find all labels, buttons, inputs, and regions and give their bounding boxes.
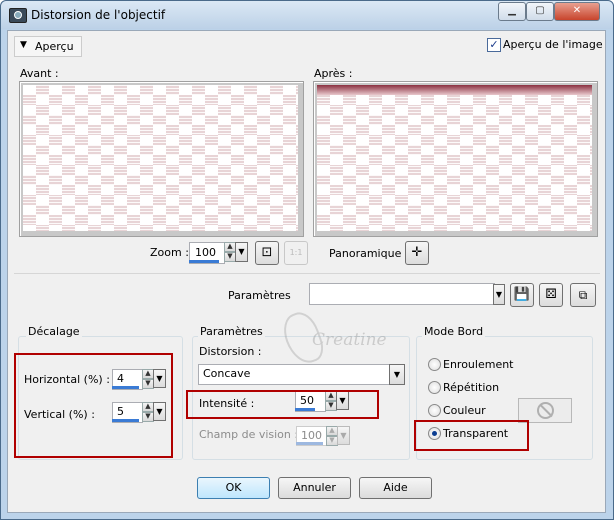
- actual-size-icon: 1:1: [289, 248, 303, 257]
- horizontal-vertical-highlight: [14, 353, 173, 458]
- fov-value: 100: [301, 429, 322, 442]
- help-button[interactable]: Aide: [359, 477, 432, 499]
- edge-radio-color[interactable]: [428, 404, 441, 417]
- presets-combobox[interactable]: [309, 283, 495, 305]
- offset-group-title: Décalage: [26, 325, 82, 338]
- zoom-dropdown-button[interactable]: ▼: [235, 242, 248, 262]
- zoom-value: 100: [195, 246, 216, 259]
- intensity-highlight: [186, 390, 379, 419]
- no-color-icon: [537, 402, 554, 419]
- ok-button[interactable]: OK: [197, 477, 270, 499]
- before-preview-image[interactable]: [23, 85, 298, 231]
- fov-slider-indicator: [296, 442, 323, 445]
- edge-radio-wrap[interactable]: [428, 358, 441, 371]
- maximize-button[interactable]: ▢: [526, 2, 554, 21]
- separator: [14, 273, 600, 274]
- fit-view-icon: ⊡: [261, 245, 273, 260]
- camera-icon: [9, 8, 27, 23]
- fov-label: Champ de vision :: [199, 428, 299, 441]
- edge-option-repeat[interactable]: Répétition: [443, 381, 499, 394]
- before-label: Avant :: [20, 67, 59, 80]
- preview-toggle[interactable]: ▼ Aperçu: [14, 36, 82, 57]
- edge-mode-group-title: Mode Bord: [422, 325, 486, 338]
- fov-dropdown-button: ▼: [337, 426, 350, 445]
- move-cross-icon: ✛: [411, 245, 423, 260]
- edge-option-color[interactable]: Couleur: [443, 404, 486, 417]
- minimize-button[interactable]: ▁: [498, 2, 526, 21]
- transparent-highlight: [414, 420, 529, 451]
- image-preview-checkbox[interactable]: ✓: [487, 38, 501, 52]
- presets-label: Paramètres: [228, 289, 291, 302]
- parameters-group-title: Paramètres: [198, 325, 265, 338]
- edge-option-wrap[interactable]: Enroulement: [443, 358, 514, 371]
- after-preview-frame: [313, 81, 598, 237]
- edge-radio-repeat[interactable]: [428, 381, 441, 394]
- image-preview-label: Aperçu de l'image: [503, 38, 603, 51]
- zoom-fit-button[interactable]: ⊡: [255, 241, 279, 265]
- distortion-value: Concave: [203, 367, 251, 380]
- preset-manager-icon: ⧉: [578, 288, 588, 302]
- pan-label: Panoramique :: [329, 247, 409, 260]
- dice-icon: ⚄: [545, 287, 557, 302]
- presets-dropdown-button[interactable]: ▼: [493, 284, 505, 305]
- triangle-down-icon: ▼: [20, 40, 27, 50]
- zoom-actual-size-button: 1:1: [284, 241, 308, 265]
- window-title: Distorsion de l'objectif: [31, 8, 166, 22]
- distortion-label: Distorsion :: [199, 345, 262, 358]
- before-preview-frame: [19, 81, 304, 237]
- cancel-button[interactable]: Annuler: [278, 477, 351, 499]
- watermark-logo: Creatine: [278, 307, 402, 369]
- zoom-label: Zoom :: [150, 246, 189, 259]
- after-label: Après :: [314, 67, 353, 80]
- close-button[interactable]: ✕: [554, 2, 600, 21]
- manage-presets-button[interactable]: ⧉: [570, 283, 596, 307]
- floppy-disk-icon: 💾: [513, 287, 531, 302]
- save-preset-button[interactable]: 💾: [510, 283, 534, 307]
- after-preview-edge: [317, 85, 592, 95]
- watermark-text: Creatine: [312, 330, 387, 350]
- after-preview-image[interactable]: [317, 85, 592, 231]
- no-color-slash: [539, 403, 553, 418]
- pan-button[interactable]: ✛: [405, 241, 429, 265]
- zoom-slider-indicator[interactable]: [189, 260, 219, 263]
- random-preset-button[interactable]: ⚄: [539, 283, 563, 307]
- preview-toggle-label: Aperçu: [35, 40, 74, 53]
